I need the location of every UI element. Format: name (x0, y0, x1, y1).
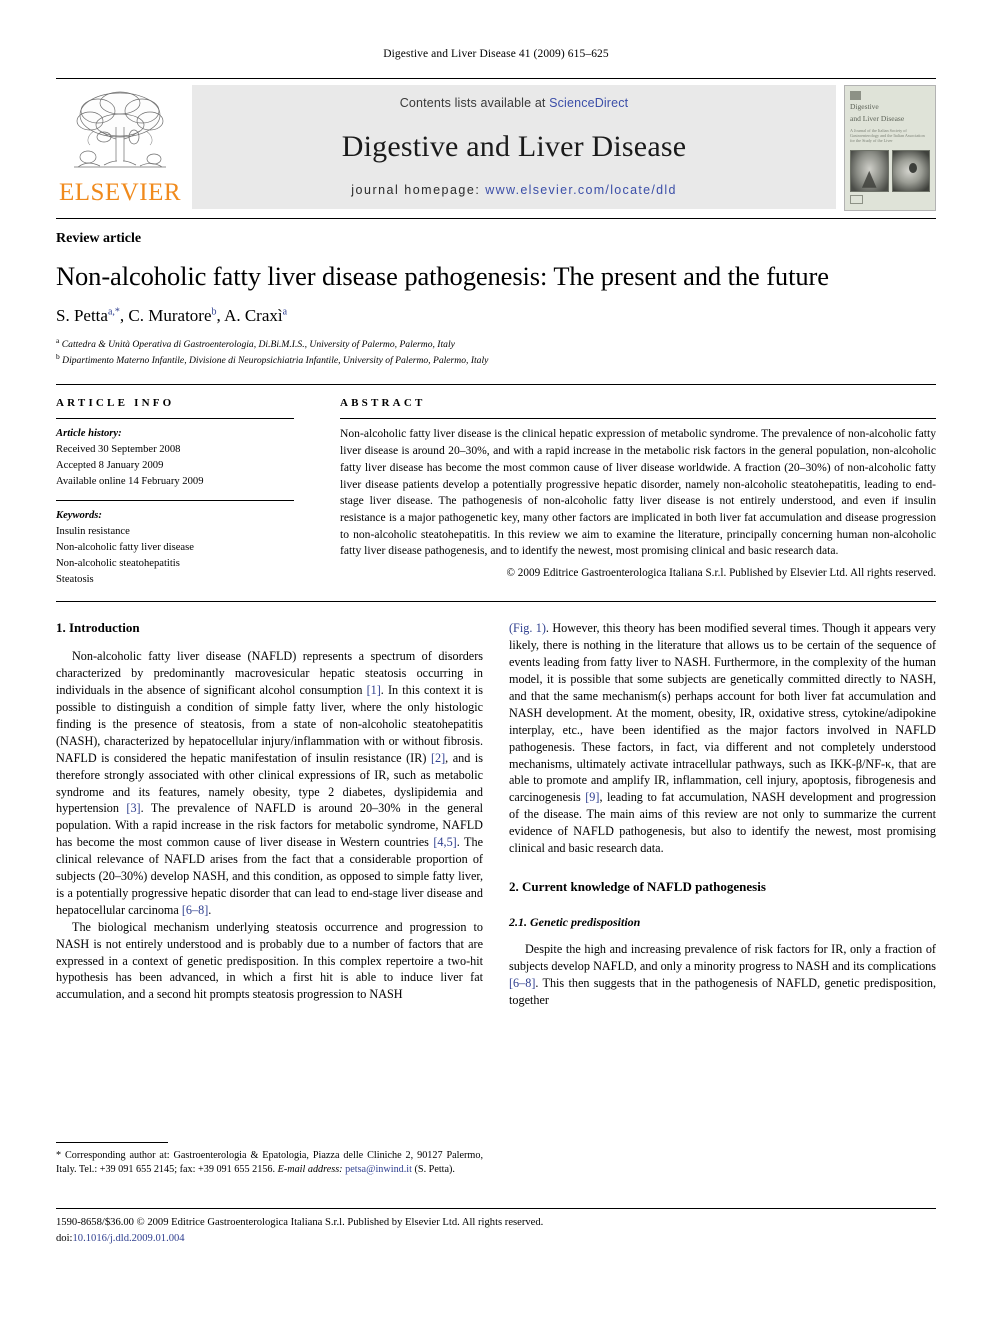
journal-title: Digestive and Liver Disease (341, 129, 687, 163)
journal-homepage-line: journal homepage: www.elsevier.com/locat… (351, 183, 676, 197)
sciencedirect-link[interactable]: ScienceDirect (549, 96, 628, 110)
citation-9[interactable]: [9] (585, 790, 599, 804)
section-2-1-heading: 2.1. Genetic predisposition (509, 914, 641, 929)
author-2-name: A. Craxì (224, 306, 283, 326)
cover-ct-scan-left (850, 149, 889, 192)
affiliations: a Cattedra & Unità Operativa di Gastroen… (56, 336, 936, 368)
elsevier-wordmark: ELSEVIER (58, 179, 182, 206)
p3-part-b: . This then suggests that in the pathoge… (509, 975, 936, 1007)
homepage-label: journal homepage: (351, 183, 481, 197)
keywords-label: Keywords: (56, 510, 102, 522)
affiliation-a-text: Cattedra & Unità Operativa di Gastroente… (61, 339, 455, 351)
p3-part-a: Despite the high and increasing prevalen… (509, 941, 936, 973)
contents-list-line: Contents lists available at ScienceDirec… (400, 96, 628, 110)
keyword-3: Steatosis (56, 573, 94, 585)
cover-ct-scan-right (891, 149, 930, 192)
citation-2[interactable]: [2] (431, 751, 445, 765)
author-1-sup[interactable]: b (212, 307, 217, 318)
cover-title-line2: and Liver Disease (850, 114, 905, 124)
corresponding-author-footnote: * Corresponding author at: Gastroenterol… (56, 1142, 483, 1178)
journal-banner: Contents lists available at ScienceDirec… (192, 85, 836, 209)
cover-images (850, 149, 930, 192)
footnote-rule (56, 1142, 168, 1143)
body-column-right: (Fig. 1). However, this theory has been … (509, 620, 936, 1008)
article-history-label: Article history: (56, 428, 122, 440)
author-list: S. Pettaa,*, C. Muratoreb, A. Craxìa (56, 306, 288, 326)
citation-6-8-second[interactable]: [6–8] (509, 976, 535, 990)
article-history-online: Available online 14 February 2009 (56, 476, 204, 488)
article-info-panel: ARTICLE INFO Article history: Received 3… (56, 397, 294, 587)
author-2-sup[interactable]: a (283, 307, 287, 318)
footer-issn-copyright: 1590-8658/$36.00 © 2009 Editrice Gastroe… (56, 1217, 544, 1228)
info-abstract-row: ARTICLE INFO Article history: Received 3… (56, 397, 936, 587)
affiliation-a-marker: a (56, 336, 60, 346)
cover-subtitle: A Journal of the Italian Society of Gast… (850, 127, 925, 143)
article-history-received: Received 30 September 2008 (56, 444, 181, 456)
page-title: Non-alcoholic fatty liver disease pathog… (56, 261, 829, 291)
article-page: Digestive and Liver Disease 41 (2009) 61… (0, 0, 992, 1323)
keyword-0: Insulin resistance (56, 525, 130, 537)
journal-header: ELSEVIER Contents lists available at Sci… (56, 78, 936, 211)
abstract-rule (340, 418, 936, 420)
section-2-heading: 2. Current knowledge of NAFLD pathogenes… (509, 878, 766, 894)
doi-link[interactable]: 10.1016/j.dld.2009.01.004 (72, 1233, 184, 1244)
citation-6-8[interactable]: [6–8] (182, 903, 208, 917)
keyword-1: Non-alcoholic fatty liver disease (56, 541, 194, 553)
contents-prefix: Contents lists available at (399, 96, 550, 110)
footnote-email-label: E-mail address: (277, 1164, 343, 1176)
elsevier-tree-icon (74, 91, 166, 168)
cover-title-line1: Digestive (850, 102, 879, 112)
abstract-heading: ABSTRACT (340, 397, 426, 410)
paragraph-intro-1: Non-alcoholic fatty liver disease (NAFLD… (56, 648, 483, 918)
section-1-heading: 1. Introduction (56, 620, 140, 636)
footer-rule (56, 1208, 936, 1209)
paragraph-intro-2-right: (Fig. 1). However, this theory has been … (509, 620, 936, 856)
abstract-copyright: © 2009 Editrice Gastroenterologica Itali… (506, 566, 936, 579)
footnote-text: * Corresponding author at: Gastroenterol… (56, 1149, 483, 1178)
footnote-email-suffix: (S. Petta). (411, 1164, 455, 1176)
doi-label: doi: (56, 1232, 73, 1244)
footnote-email-link[interactable]: petsa@inwind.it (345, 1164, 412, 1175)
author-0-sup[interactable]: a,* (108, 307, 120, 318)
footer-doi-line: doi:10.1016/j.dld.2009.01.004 (56, 1231, 936, 1247)
keyword-2: Non-alcoholic steatohepatitis (56, 557, 180, 569)
citation-3[interactable]: [3] (126, 801, 140, 815)
citation-1[interactable]: [1] (367, 683, 381, 697)
cover-footer-mark-icon (850, 194, 863, 204)
header-divider (56, 218, 936, 219)
abstract-panel: ABSTRACT Non-alcoholic fatty liver disea… (340, 397, 936, 587)
keywords-rule (56, 500, 294, 502)
paragraph-intro-2-left: The biological mechanism underlying stea… (56, 919, 483, 1003)
homepage-url-link[interactable]: www.elsevier.com/locate/dld (485, 183, 676, 197)
affiliation-b-text: Dipartimento Materno Infantile, Division… (62, 355, 489, 367)
elsevier-logo: ELSEVIER (56, 85, 184, 205)
p2-part-a: The biological mechanism underlying stea… (56, 919, 483, 1002)
p1-part-f: . (208, 902, 212, 917)
affiliation-b: b Dipartimento Materno Infantile, Divisi… (56, 352, 936, 368)
body-columns: 1. Introduction Non-alcoholic fatty live… (56, 620, 936, 1008)
article-info-rule (56, 418, 294, 420)
abstract-bottom-divider (56, 601, 936, 603)
citation-4-5[interactable]: [4,5] (433, 835, 456, 849)
author-1-name: C. Muratore (128, 306, 212, 326)
paragraph-genetic-predisposition: Despite the high and increasing prevalen… (509, 941, 936, 1009)
article-type-label: Review article (56, 231, 142, 246)
info-section-divider (56, 384, 936, 386)
figure-1-reference[interactable]: (Fig. 1) (509, 621, 546, 635)
journal-cover-thumbnail: Digestive and Liver Disease A Journal of… (844, 85, 936, 211)
article-info-heading: ARTICLE INFO (56, 397, 175, 410)
affiliation-b-marker: b (56, 352, 60, 362)
cover-publisher-badge-icon (850, 91, 861, 101)
author-0-name: S. Petta (56, 306, 108, 326)
running-head: Digestive and Liver Disease 41 (2009) 61… (383, 48, 609, 60)
page-footer: 1590-8658/$36.00 © 2009 Editrice Gastroe… (56, 1208, 936, 1246)
affiliation-a: a Cattedra & Unità Operativa di Gastroen… (56, 336, 936, 352)
abstract-text: Non-alcoholic fatty liver disease is the… (340, 427, 936, 558)
body-column-left: 1. Introduction Non-alcoholic fatty live… (56, 620, 483, 1008)
p2-part-b: . However, this theory has been modified… (509, 621, 937, 805)
article-history-accepted: Accepted 8 January 2009 (56, 460, 164, 472)
